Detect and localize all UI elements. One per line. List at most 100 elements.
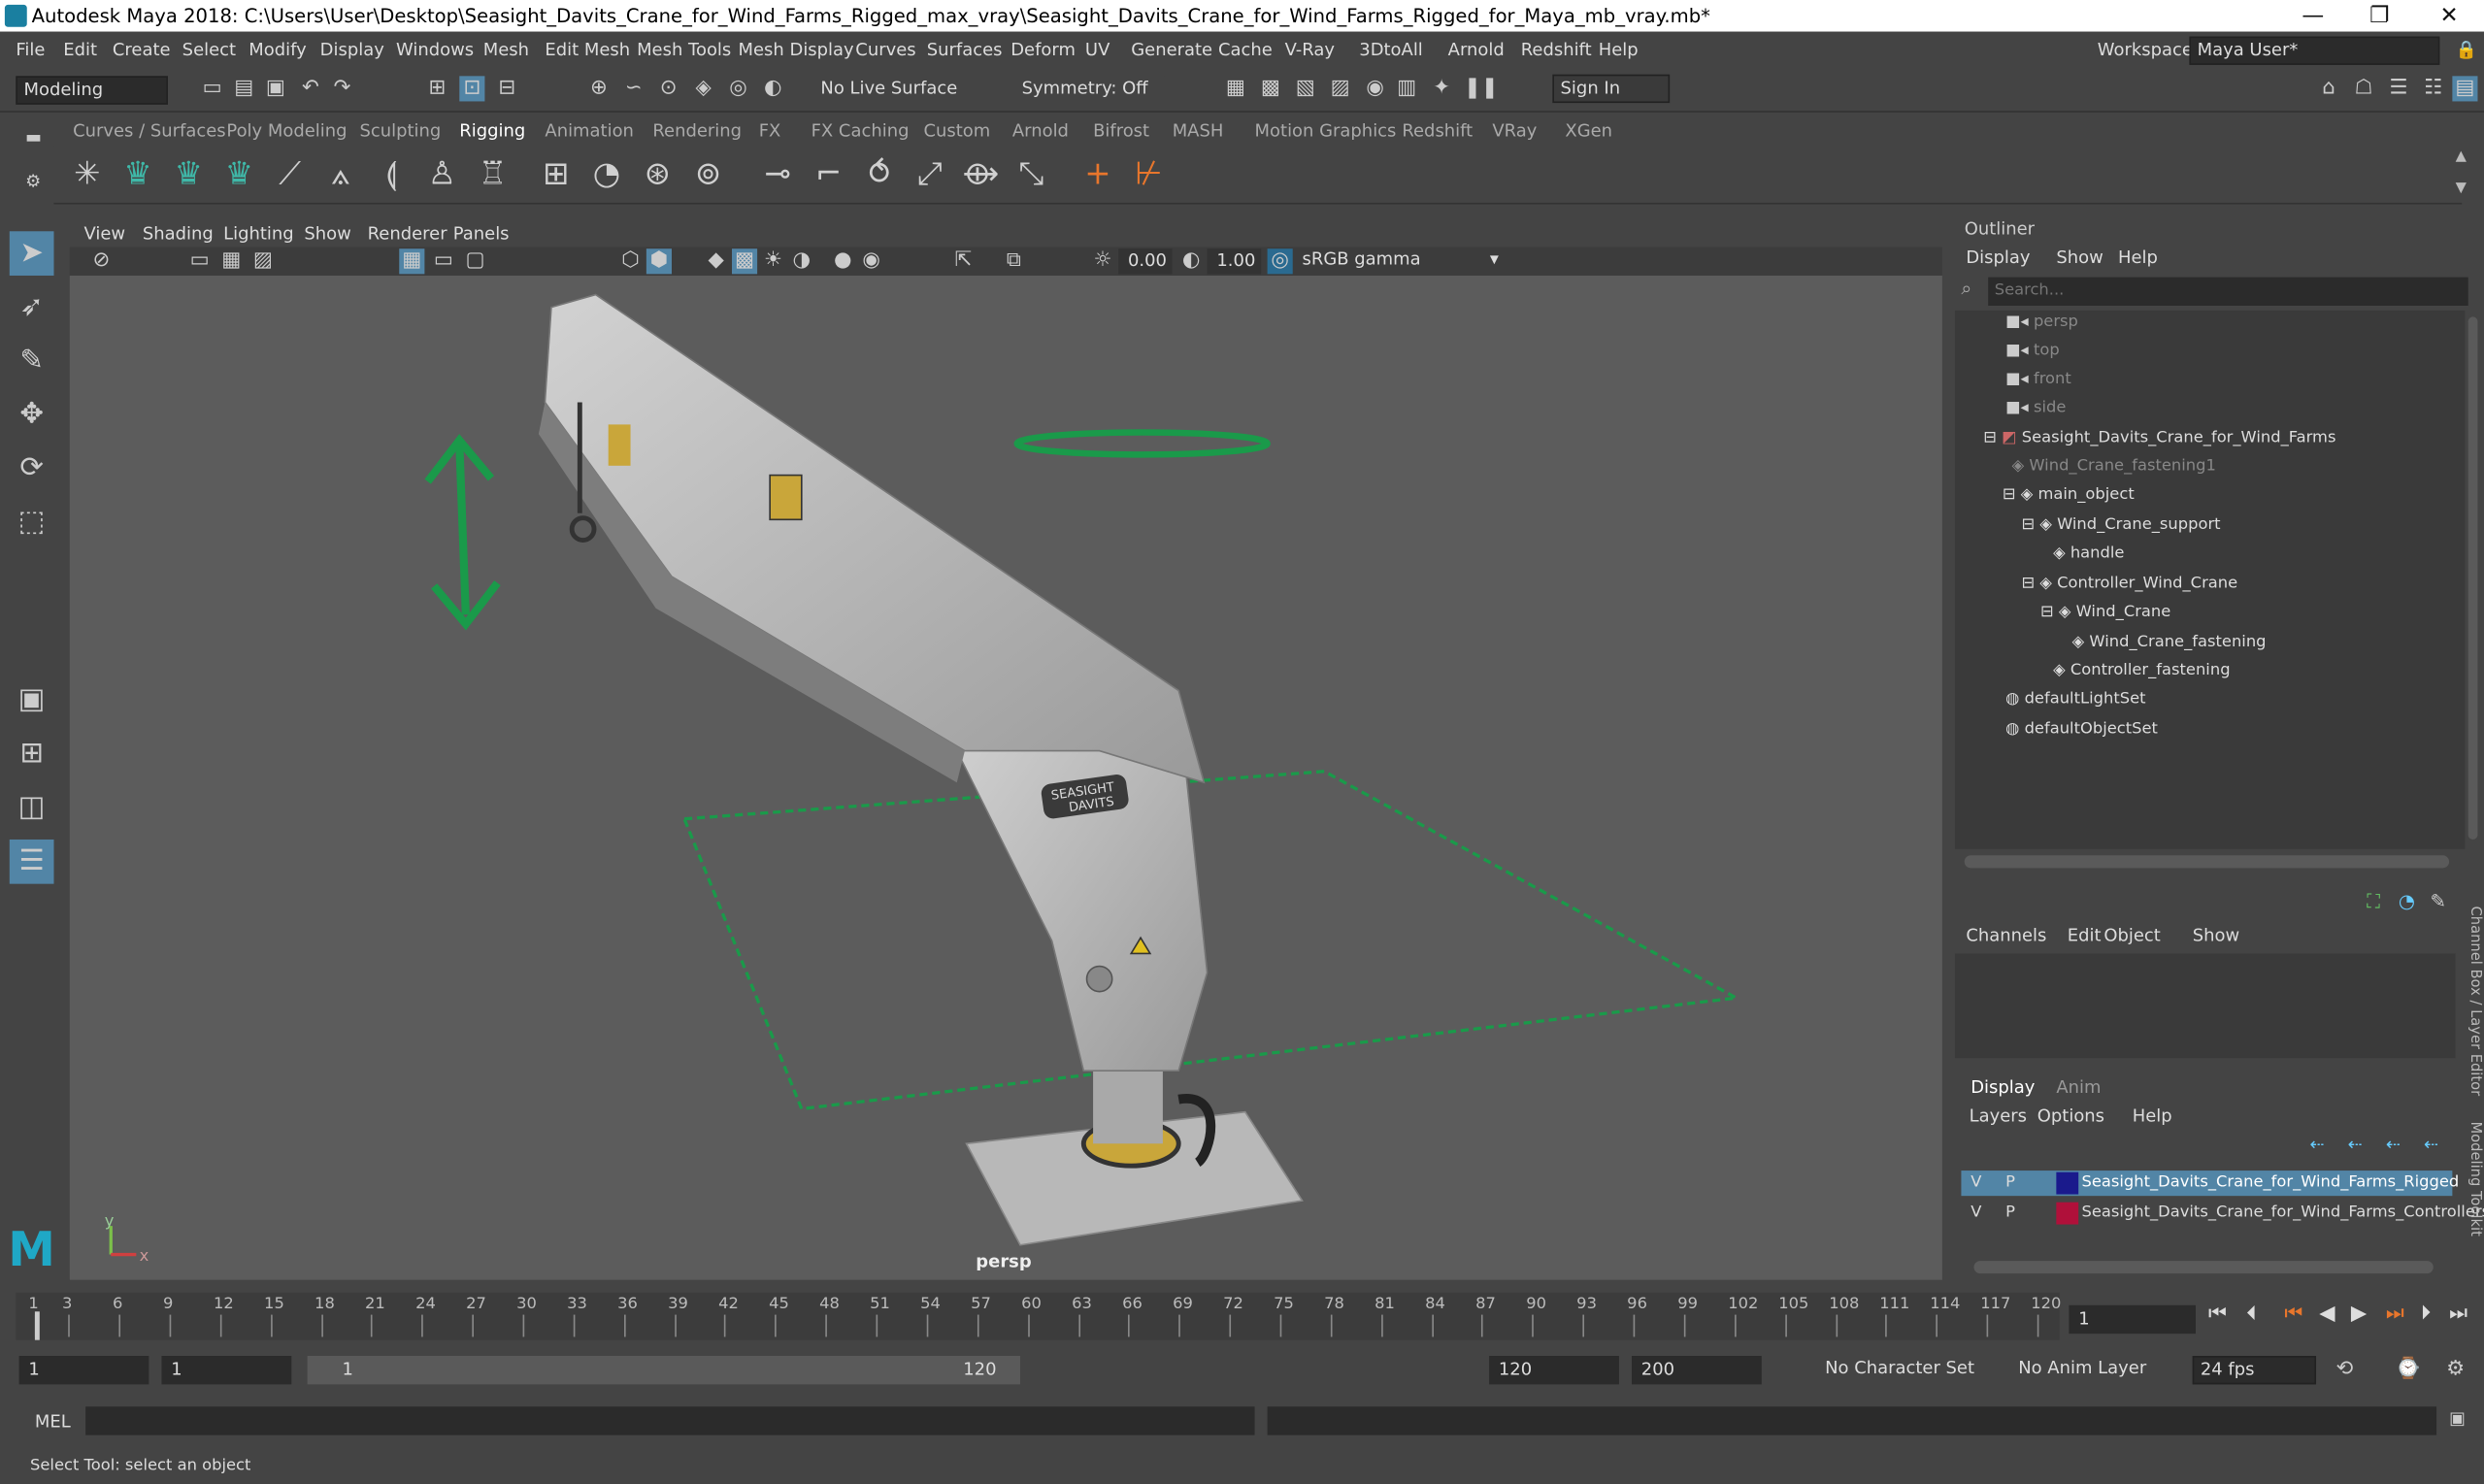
outliner-item-front[interactable]: ■◂ front [2005, 371, 2071, 388]
shelf-tab-vray[interactable]: VRay [1492, 120, 1537, 141]
channel-menu-object[interactable]: Object [2103, 925, 2160, 945]
outliner-search-input[interactable] [1988, 277, 2468, 306]
layer-menu-layers[interactable]: Layers [1970, 1105, 2027, 1126]
menu-uv[interactable]: UV [1085, 40, 1110, 60]
crane-hook[interactable] [569, 515, 597, 543]
smooth-bind-icon[interactable]: ⊛ [637, 152, 678, 193]
playback-start-field[interactable]: 1 [161, 1356, 292, 1385]
snap-curve-icon[interactable]: ∽ [621, 76, 646, 101]
edit-icon[interactable]: ✎ [2431, 890, 2446, 912]
channel-menu-show[interactable]: Show [2193, 925, 2239, 945]
viewport-menu-renderer[interactable]: Renderer [368, 223, 447, 244]
menu-create[interactable]: Create [113, 40, 171, 60]
play-forwards-icon[interactable]: ▶ [2351, 1303, 2367, 1326]
layer-visibility-toggle[interactable]: V [1971, 1201, 1981, 1226]
shelf-tab-motion-graphics[interactable]: Motion Graphics [1255, 120, 1397, 141]
point-constraint-icon[interactable]: ⌐ [808, 152, 848, 193]
new-layer-icon[interactable]: ⇠ [2386, 1135, 2401, 1155]
go-to-start-icon[interactable]: ⏮ [2208, 1303, 2227, 1326]
shelf-tab-rigging[interactable]: Rigging [459, 120, 525, 141]
menu-edit-mesh[interactable]: Edit Mesh [545, 40, 630, 60]
script-editor-icon[interactable]: ▣ [2449, 1408, 2466, 1429]
snap-live-icon[interactable]: ◐ [760, 76, 785, 101]
current-time-indicator[interactable] [34, 1311, 40, 1340]
auto-key-icon[interactable]: ⌚ [2396, 1358, 2421, 1383]
menu-surfaces[interactable]: Surfaces [927, 40, 1003, 60]
rotate-tool-icon[interactable]: ⟳ [10, 446, 54, 491]
shelf-scroll-up-icon[interactable]: ▲ [2456, 148, 2467, 164]
shelf-tab-rendering[interactable]: Rendering [652, 120, 742, 141]
four-pane-layout-icon[interactable]: ⊞ [10, 732, 54, 776]
animation-preferences-icon[interactable]: ⚙ [2443, 1358, 2468, 1383]
command-input[interactable] [85, 1406, 1255, 1435]
menu-mesh[interactable]: Mesh [483, 40, 529, 60]
vray-icon[interactable]: ✦ [1429, 76, 1454, 101]
shelf-tab-custom[interactable]: Custom [923, 120, 990, 141]
move-layer-down-icon[interactable]: ⇠ [2348, 1135, 2363, 1155]
wrap-icon[interactable]: ♛ [218, 152, 259, 193]
viewport-menu-shading[interactable]: Shading [143, 223, 214, 244]
collapse-icon[interactable]: ⊟ [2021, 516, 2039, 534]
select-camera-icon[interactable]: ⊘ [88, 248, 114, 274]
smooth-shade-icon[interactable]: ⬢ [646, 248, 672, 275]
pause-icon[interactable]: ❚❚ [1464, 76, 1499, 101]
render-frame-icon[interactable]: ▦ [1223, 76, 1248, 101]
animation-end-field[interactable]: 200 [1631, 1356, 1762, 1385]
menu-file[interactable]: File [16, 40, 45, 60]
outliner-menu-show[interactable]: Show [2056, 247, 2103, 268]
menu-generate[interactable]: Generate [1131, 40, 1212, 60]
menu-set-dropdown[interactable]: Modeling [16, 76, 168, 105]
single-pane-layout-icon[interactable]: ▣ [10, 678, 54, 723]
layer-playback-toggle[interactable]: P [2005, 1171, 2015, 1196]
add-attribute-icon[interactable]: + [1077, 152, 1118, 193]
resolution-gate-icon[interactable]: ▢ [463, 248, 488, 274]
current-frame-field[interactable]: 1 [2069, 1304, 2196, 1335]
command-language-label[interactable]: MEL [35, 1411, 71, 1432]
select-by-hierarchy-icon[interactable]: ⊞ [424, 76, 449, 101]
range-slider[interactable]: 1 120 [307, 1356, 1021, 1385]
grid-icon[interactable]: ▦ [399, 248, 425, 275]
minimize-button[interactable]: — [2281, 0, 2344, 32]
layer-row-rigged[interactable]: V P Seasight_Davits_Crane_for_Wind_Farms… [1961, 1171, 2459, 1197]
outliner-item-persp[interactable]: ■◂ persp [2005, 313, 2078, 331]
outliner-item-side[interactable]: ■◂ side [2005, 399, 2066, 416]
modeling-toolkit-icon[interactable]: ⌂ [2316, 76, 2341, 101]
menu-select[interactable]: Select [182, 40, 236, 60]
snap-surface-icon[interactable]: ◎ [725, 76, 750, 101]
loop-icon[interactable]: ⟲ [2332, 1358, 2357, 1383]
lattice-icon[interactable]: ♛ [168, 152, 209, 193]
snap-view-icon[interactable]: ◈ [691, 76, 716, 101]
channel-box-icon[interactable]: ⛶ [2367, 890, 2380, 913]
controller-arrow-handle[interactable] [424, 434, 501, 631]
select-tool-icon[interactable]: ➤ [9, 231, 54, 276]
camera-attributes-icon[interactable]: ▭ [187, 248, 213, 274]
render-icon[interactable]: ▩ [1258, 76, 1283, 101]
isolate-select-icon[interactable]: ⇱ [950, 248, 976, 274]
character-set-dropdown[interactable]: No Character Set [1818, 1356, 1984, 1382]
menu-mesh-display[interactable]: Mesh Display [739, 40, 854, 60]
outliner-item-wind-crane-support[interactable]: ⊟ ◈ Wind_Crane_support [2021, 516, 2220, 534]
shelf-scroll-down-icon[interactable]: ▼ [2456, 181, 2467, 196]
scale-constraint-icon[interactable]: ⤢ [910, 152, 950, 193]
attribute-icon[interactable]: ◔ [2399, 890, 2415, 912]
aim-constraint-icon[interactable]: ⊸ [757, 152, 798, 193]
wireframe-icon[interactable]: ⬡ [617, 248, 643, 274]
viewport-menu-lighting[interactable]: Lighting [223, 223, 294, 244]
snap-point-icon[interactable]: ⊙ [656, 76, 681, 101]
layer-menu-options[interactable]: Options [2037, 1105, 2104, 1126]
perspective-viewport[interactable]: SEASIGHT DAVITS y x persp [69, 275, 1942, 1280]
menu-3dtoall[interactable]: 3DtoAll [1359, 40, 1423, 60]
side-tab-channel-box[interactable]: Channel Box / Layer Editor [2461, 907, 2482, 1097]
shelf-settings-icon[interactable]: ⚙ [25, 171, 41, 191]
step-back-frame-icon[interactable]: ⏮ [2284, 1303, 2302, 1326]
outliner-item-default-light-set[interactable]: ◍ defaultLightSet [2005, 691, 2145, 709]
outliner-item-main-object[interactable]: ⊟ ◈ main_object [2003, 486, 2135, 504]
ik-handle-icon[interactable]: ⟑ [320, 152, 361, 193]
image-plane-icon[interactable]: ▨ [250, 248, 276, 274]
layer-name[interactable]: Seasight_Davits_Crane_for_Wind_Farms_Con… [2081, 1201, 2484, 1226]
menu-deform[interactable]: Deform [1010, 40, 1076, 60]
color-management-icon[interactable]: ◎ [1267, 248, 1293, 275]
paint-weights-icon[interactable]: ◔ [586, 152, 627, 193]
collapse-icon[interactable]: ⊟ [2040, 604, 2059, 621]
play-backwards-icon[interactable]: ◀ [2319, 1303, 2335, 1326]
